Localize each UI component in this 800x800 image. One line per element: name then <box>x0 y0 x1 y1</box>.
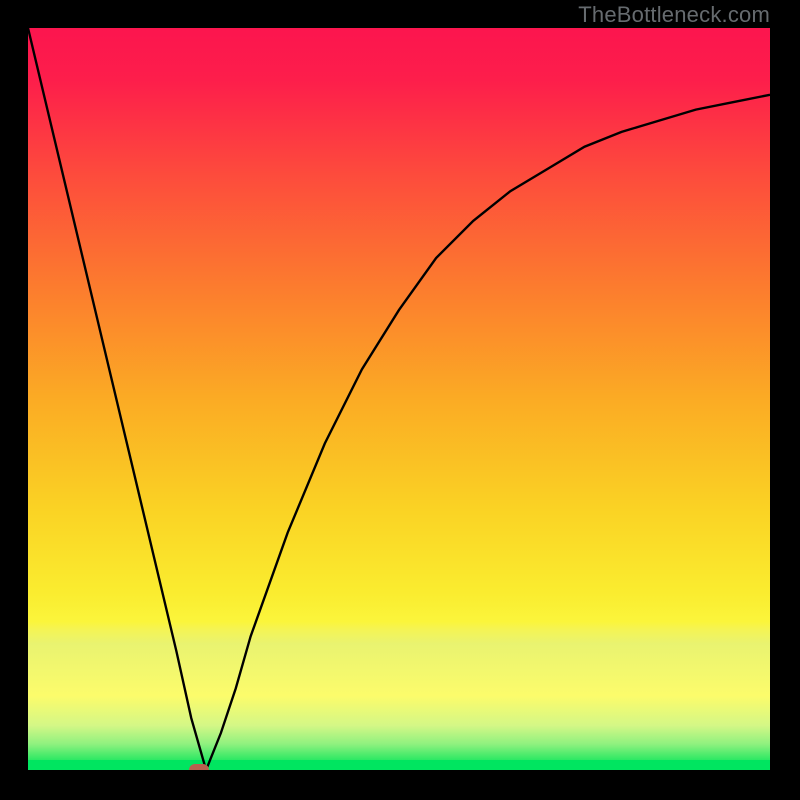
curve-minimum-marker <box>189 764 209 770</box>
watermark-text: TheBottleneck.com <box>578 2 770 28</box>
plot-area <box>28 28 770 770</box>
bottleneck-curve <box>28 28 770 770</box>
chart-outer-frame: TheBottleneck.com <box>0 0 800 800</box>
